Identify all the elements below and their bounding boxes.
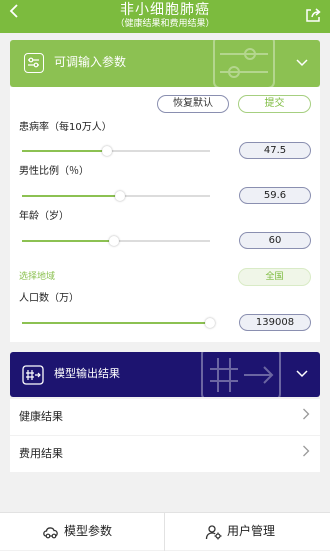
slider-thumb[interactable]: [205, 318, 215, 328]
prevalence-value-field[interactable]: 47.5: [239, 142, 311, 159]
tab-model-params-label: 模型参数: [64, 524, 113, 538]
submit-button[interactable]: 提交: [238, 95, 311, 113]
health-results-label: 健康结果: [19, 410, 63, 423]
cloud-link-icon: [42, 524, 58, 540]
male-ratio-value-field[interactable]: 59.6: [239, 187, 311, 204]
page-subtitle: （健康结果和费用结果）: [115, 19, 215, 29]
region-label: 选择地域: [19, 272, 56, 282]
population-label: 人口数（万）: [19, 293, 79, 304]
population-slider[interactable]: [22, 318, 215, 328]
chevron-down-icon[interactable]: [296, 56, 308, 71]
chevron-down-icon[interactable]: [296, 367, 308, 382]
male-ratio-slider[interactable]: [22, 191, 210, 201]
chevron-right-icon: [302, 408, 310, 424]
params-section-label: 可调输入参数: [54, 55, 127, 69]
tab-user-management-label: 用户管理: [227, 524, 276, 538]
prevalence-slider[interactable]: [22, 146, 210, 156]
prevalence-label: 患病率（每10万人）: [19, 122, 112, 133]
health-results-item[interactable]: 健康结果: [10, 399, 320, 435]
restore-defaults-button[interactable]: 恢复默认: [157, 95, 229, 113]
age-slider[interactable]: [22, 236, 210, 246]
slider-fill: [22, 240, 115, 242]
hash-arrow-decoration-icon: [198, 352, 284, 397]
share-icon[interactable]: [305, 7, 322, 23]
bottom-nav: 模型参数 用户管理: [0, 512, 330, 551]
user-gear-icon: [205, 524, 222, 540]
tab-model-params[interactable]: 模型参数: [0, 513, 164, 551]
tab-user-management[interactable]: 用户管理: [165, 513, 330, 551]
slider-thumb[interactable]: [114, 191, 125, 201]
cost-results-item[interactable]: 费用结果: [10, 436, 320, 472]
sliders-icon: [24, 53, 44, 73]
region-select-button[interactable]: 全国: [238, 268, 311, 286]
male-ratio-label: 男性比例（％）: [19, 166, 89, 177]
age-value-field[interactable]: 60: [239, 232, 311, 249]
app-header: 非小细胞肺癌 （健康结果和费用结果）: [0, 0, 330, 33]
slider-fill: [22, 150, 107, 152]
page-title: 非小细胞肺癌: [120, 2, 210, 18]
slider-fill: [22, 195, 120, 197]
cost-results-label: 费用结果: [19, 447, 63, 460]
output-section-header[interactable]: 模型输出结果: [10, 352, 320, 397]
slider-thumb[interactable]: [101, 146, 112, 156]
hash-arrow-icon: [22, 365, 44, 385]
slider-fill: [22, 322, 210, 324]
params-section-header[interactable]: 可调输入参数: [10, 40, 320, 87]
sliders-decoration-icon: [210, 40, 280, 87]
population-value-field[interactable]: 139008: [239, 314, 311, 331]
output-section-label: 模型输出结果: [54, 367, 120, 380]
age-label: 年龄（岁）: [19, 211, 69, 222]
chevron-right-icon: [302, 445, 310, 461]
